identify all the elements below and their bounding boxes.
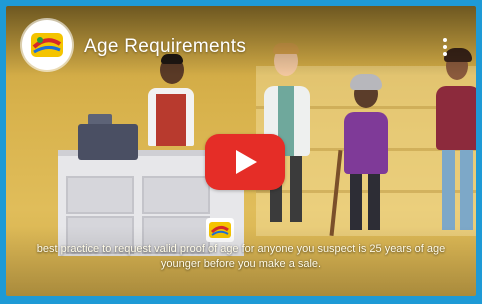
video-title[interactable]: Age Requirements xyxy=(84,36,246,58)
subtitle-line-1: best practice to request valid proof of … xyxy=(36,243,446,255)
video-embed-frame: Age Requirements best practice to reques… xyxy=(0,0,482,304)
cash-register xyxy=(78,124,138,160)
elderly-customer-figure xyxy=(329,74,396,240)
youtube-play-icon[interactable] xyxy=(205,134,285,190)
video-player[interactable]: Age Requirements best practice to reques… xyxy=(6,6,476,296)
channel-logo-icon[interactable] xyxy=(22,20,72,70)
more-vert-icon[interactable] xyxy=(440,38,450,60)
subtitle-caption: best practice to request valid proof of … xyxy=(6,242,476,272)
young-customer-figure xyxy=(436,48,476,242)
subtitle-line-2: younger before you make a sale. xyxy=(160,258,322,270)
